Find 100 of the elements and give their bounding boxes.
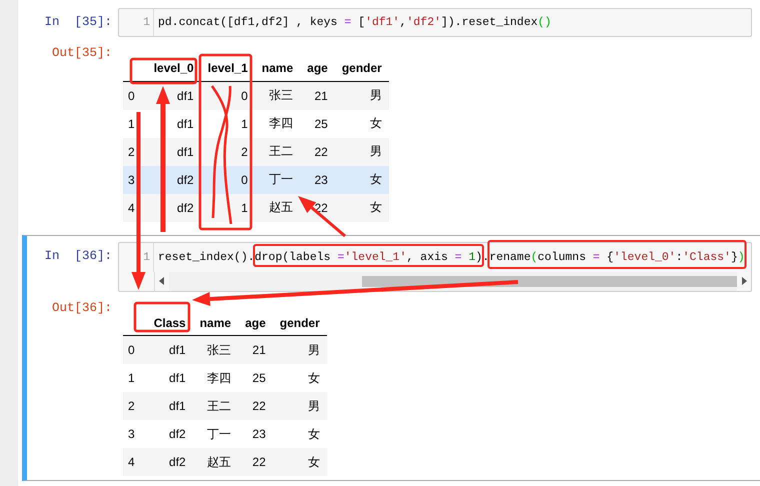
table-cell-text: df2 [168,455,187,469]
code-token: 'Class' [682,250,731,264]
column-header: level_1 [206,61,249,75]
output-prompt: Out[35]: [50,45,113,60]
code-token: 1 [468,250,476,264]
table-cell-text: 女 [306,426,321,442]
line-number: 1 [143,16,150,29]
table-cell-text: 张三 [206,342,232,358]
code-token: [ [357,16,366,29]
notebook-cell[interactable]: In [36]: 1 reset_index().drop(labels ='level_1', axis = 1).rename(columns = {'level_0':'Class'}) Out[36]: Class name age gender 0 df1 张三 21 男 1 df1 李四 25 女 2 df1 王二 22 男 3 df2 丁一 23 女 4 df2 赵五 22 女 [22,234,760,481]
code-token: columns [538,250,587,264]
input-prompt: In [36]: [43,248,113,262]
table-cell-text: 1 [240,200,249,214]
scrollbar-thumb[interactable] [362,276,737,286]
code-token: { [606,250,614,264]
line-number: 1 [143,250,150,264]
code-token: ( [530,250,538,264]
annotation-arrow [298,196,346,238]
code-token: ) [738,250,745,264]
code-token: () [538,16,552,29]
table-cell-text: 男 [306,342,321,358]
code-token: , [400,16,406,29]
table-cell-text: df1 [168,343,187,357]
code-token: 'df2' [406,16,441,29]
column-header: age [306,61,329,75]
code-editor[interactable]: 1 pd.concat([df1,df2] , keys = ['df1','df2']).reset_index() [118,8,752,37]
column-header: age [244,316,267,330]
row-index: 2 [127,399,136,413]
code-token: = [454,250,462,264]
code-token: = [344,16,352,29]
code-token: : [676,250,683,264]
code-token: drop(labels [254,250,332,264]
input-prompt: In [35]: [43,14,113,29]
scroll-left-icon[interactable] [157,276,167,286]
table-cell-text: 王二 [206,398,232,414]
table-cell-text: 张三 [268,87,294,104]
table-cell-text: 22 [313,144,329,158]
table-cell-text: df1 [168,399,187,413]
table-cell-text: 25 [313,116,329,130]
annotation-box [134,302,190,332]
table-cell-text: df2 [176,172,195,186]
code-token: 'level_1' [344,250,406,264]
table-cell-text: 男 [368,143,383,160]
row-index: 0 [127,88,136,102]
table-cell-text: 女 [368,199,383,216]
code-token: . [482,250,490,264]
code-token: ) [476,250,482,264]
table-cell-text: 男 [368,87,383,104]
table-cell-text: 女 [368,171,383,188]
code-token: ]).reset_index [441,16,538,29]
table-cell-text: 女 [306,454,321,470]
code-token: pd.concat([df1,df2] , keys [158,16,338,29]
row-index: 1 [127,116,136,130]
table-cell-text: 0 [240,172,249,186]
row-index: 3 [127,427,136,441]
code-token: = [592,250,600,264]
row-index: 4 [127,455,136,469]
table-cell-text: 李四 [268,115,294,132]
code-token: } [730,250,738,264]
table-cell-text: df1 [168,371,187,385]
table-cell-text: 赵五 [206,454,232,470]
row-index: 3 [127,172,136,186]
table-cell-text: 22 [251,399,267,413]
table-cell-text: 男 [306,398,321,414]
table-cell-text: 丁一 [206,426,232,442]
code-editor[interactable]: 1 reset_index().drop(labels ='level_1', axis = 1).rename(columns = {'level_0':'Class'}) [118,242,752,292]
row-index: 4 [127,200,136,214]
column-header: gender [340,61,383,75]
table-cell-text: 25 [251,371,267,385]
column-header: name [198,316,232,330]
column-header: Class [152,316,187,330]
code-token: rename [489,250,531,264]
table-cell-text: 王二 [268,143,294,160]
table-cell-text: 1 [240,116,249,130]
table-cell-text: 丁一 [268,171,294,188]
table-cell-text: 女 [368,115,383,132]
output-prompt: Out[36]: [50,300,113,314]
horizontal-scrollbar[interactable] [169,272,737,290]
code-token: 'level_0' [614,250,676,264]
code-token: = [337,250,344,264]
table-cell-text: 21 [313,88,329,102]
column-header: gender [278,316,321,330]
table-cell-text: 23 [251,427,267,441]
code-token: , axis [406,250,449,264]
table-cell-text: 女 [306,370,321,386]
scroll-right-icon[interactable] [739,276,749,286]
code-token: reset_index(). [158,250,255,264]
table-cell-text: df2 [168,427,187,441]
table-cell-text: 22 [251,455,267,469]
row-index: 2 [127,144,136,158]
table-cell-text: df1 [176,144,195,158]
table-cell-text: df1 [176,88,195,102]
table-cell-text: df1 [176,116,195,130]
row-index: 1 [127,371,136,385]
table-cell-text: 21 [251,343,267,357]
table-cell-text: 李四 [206,370,232,386]
column-header: name [260,61,294,75]
row-index: 0 [127,343,136,357]
code-token: 'df1' [365,16,400,29]
table-cell-text: 0 [240,88,249,102]
